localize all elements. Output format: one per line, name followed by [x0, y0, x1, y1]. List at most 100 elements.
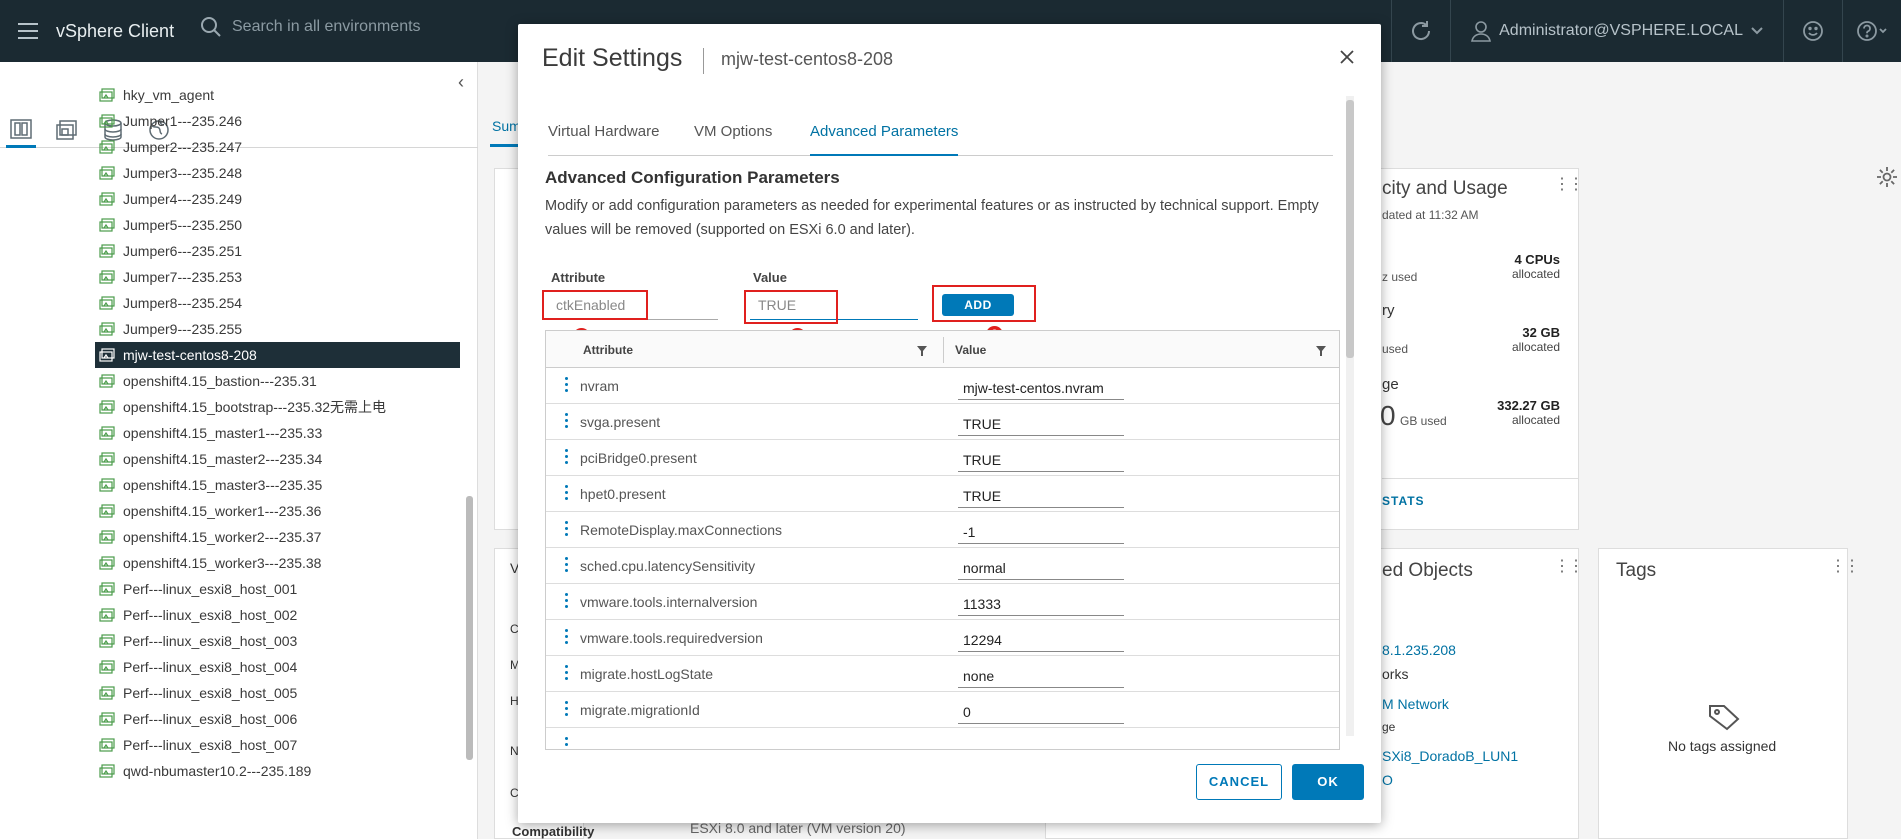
- tab-advanced-parameters[interactable]: Advanced Parameters: [810, 108, 959, 156]
- tree-item-vm[interactable]: Jumper9---235.255: [95, 316, 460, 342]
- row-actions-icon[interactable]: [565, 593, 569, 611]
- tree-item-vm[interactable]: qwd-nbumaster10.2---235.189: [95, 758, 460, 784]
- tree-item-label: Perf---linux_esxi8_host_002: [123, 607, 298, 623]
- search-input[interactable]: Search in all environments: [232, 18, 421, 36]
- section-title: Advanced Configuration Parameters: [545, 168, 840, 187]
- tree-item-vm[interactable]: Jumper7---235.253: [95, 264, 460, 290]
- row-actions-icon[interactable]: [565, 449, 569, 467]
- row-actions-icon[interactable]: [565, 629, 569, 647]
- feedback-smile-icon[interactable]: [1784, 0, 1842, 62]
- drag-handle-icon[interactable]: ⋮⋮: [1554, 556, 1584, 576]
- drag-handle-icon[interactable]: ⋮⋮: [1830, 556, 1860, 576]
- tree-item-vm[interactable]: openshift4.15_master3---235.35: [95, 472, 460, 498]
- row-actions-icon[interactable]: [565, 557, 569, 575]
- vm-icon: [99, 608, 115, 622]
- row-actions-icon[interactable]: [565, 737, 569, 749]
- tab-vm-options[interactable]: VM Options: [694, 108, 772, 156]
- grid-row: migrate.hostLogState none: [546, 656, 1339, 692]
- row-value-input[interactable]: none: [958, 664, 1124, 688]
- related-objects-title: ed Objects: [1382, 560, 1473, 581]
- gear-icon[interactable]: [1876, 166, 1898, 193]
- view-stats-link[interactable]: STATS: [1382, 494, 1425, 508]
- vms-templates-tab-icon[interactable]: [52, 112, 82, 148]
- tree-item-vm[interactable]: openshift4.15_worker2---235.37: [95, 524, 460, 550]
- tree-item-vm[interactable]: openshift4.15_worker1---235.36: [95, 498, 460, 524]
- row-actions-icon[interactable]: [565, 521, 569, 539]
- tree-item-label: Jumper6---235.251: [123, 243, 243, 259]
- tree-item-vm[interactable]: Jumper4---235.249: [95, 186, 460, 212]
- row-actions-icon[interactable]: [565, 377, 569, 395]
- tree-item-vm[interactable]: openshift4.15_bootstrap---235.32无需上电: [95, 394, 460, 420]
- drag-handle-icon[interactable]: ⋮⋮: [1554, 174, 1584, 194]
- row-value-input[interactable]: 12294: [958, 628, 1124, 652]
- vm-icon: [99, 426, 115, 440]
- tree-item-vm[interactable]: openshift4.15_bastion---235.31: [95, 368, 460, 394]
- close-icon[interactable]: [1340, 50, 1354, 69]
- tree-item-vm[interactable]: Perf---linux_esxi8_host_003: [95, 628, 460, 654]
- tree-item-vm[interactable]: hky_vm_agent: [95, 82, 460, 108]
- ok-button[interactable]: OK: [1292, 764, 1364, 800]
- tree-item-label: openshift4.15_bastion---235.31: [123, 373, 317, 389]
- user-menu[interactable]: Administrator@VSPHERE.LOCAL: [1451, 20, 1783, 42]
- settings-tabs: Virtual Hardware VM Options Advanced Par…: [548, 108, 1333, 156]
- row-actions-icon[interactable]: [565, 665, 569, 683]
- tree-item-vm[interactable]: Perf---linux_esxi8_host_004: [95, 654, 460, 680]
- related-datastore-link[interactable]: SXi8_DoradoB_LUN1: [1382, 748, 1518, 764]
- row-actions-icon[interactable]: [565, 485, 569, 503]
- tree-item-label: Perf---linux_esxi8_host_006: [123, 711, 298, 727]
- tree-item-vm[interactable]: Perf---linux_esxi8_host_005: [95, 680, 460, 706]
- dialog-subtitle: mjw-test-centos8-208: [721, 49, 894, 69]
- dialog-scrollbar[interactable]: [1346, 100, 1354, 358]
- tree-item-vm[interactable]: Jumper6---235.251: [95, 238, 460, 264]
- tree-item-label: Jumper3---235.248: [123, 165, 243, 181]
- cancel-button[interactable]: CANCEL: [1196, 764, 1282, 800]
- filter-icon[interactable]: [1316, 343, 1326, 361]
- tree-item-vm[interactable]: mjw-test-centos8-208: [95, 342, 460, 368]
- hamburger-menu-icon[interactable]: [0, 0, 56, 62]
- row-value-input[interactable]: mjw-test-centos.nvram: [958, 376, 1124, 400]
- row-value-input[interactable]: 0: [958, 700, 1124, 724]
- tab-summary[interactable]: Sum: [492, 118, 521, 134]
- row-actions-icon[interactable]: [565, 701, 569, 719]
- highlight-box-attribute: [542, 290, 648, 320]
- sidebar-scrollbar[interactable]: [466, 496, 473, 760]
- tree-item-label: Jumper7---235.253: [123, 269, 243, 285]
- tree-item-vm[interactable]: openshift4.15_worker3---235.38: [95, 550, 460, 576]
- memory-used: used: [1382, 342, 1409, 356]
- tab-virtual-hardware[interactable]: Virtual Hardware: [548, 108, 659, 156]
- tree-item-vm[interactable]: Perf---linux_esxi8_host_006: [95, 706, 460, 732]
- row-value-input[interactable]: TRUE: [958, 448, 1124, 472]
- hosts-clusters-tab-icon[interactable]: [6, 112, 36, 148]
- row-value-input[interactable]: -1: [958, 520, 1124, 544]
- refresh-icon[interactable]: [1392, 0, 1450, 62]
- tree-item-vm[interactable]: Perf---linux_esxi8_host_001: [95, 576, 460, 602]
- column-header-attribute[interactable]: Attribute: [583, 343, 633, 357]
- row-actions-icon[interactable]: [565, 413, 569, 431]
- filter-icon[interactable]: [917, 343, 927, 361]
- row-value-input[interactable]: normal: [958, 556, 1124, 580]
- tree-item-vm[interactable]: Perf---linux_esxi8_host_007: [95, 732, 460, 758]
- tree-item-vm[interactable]: Jumper8---235.254: [95, 290, 460, 316]
- tree-item-vm[interactable]: Jumper1---235.246: [95, 108, 460, 134]
- app-title[interactable]: vSphere Client: [56, 21, 174, 42]
- column-header-value[interactable]: Value: [955, 343, 986, 357]
- tree-item-vm[interactable]: openshift4.15_master1---235.33: [95, 420, 460, 446]
- related-host-link[interactable]: 8.1.235.208: [1382, 642, 1456, 658]
- tree-item-vm[interactable]: Jumper5---235.250: [95, 212, 460, 238]
- vm-icon: [99, 140, 115, 154]
- help-icon[interactable]: [1843, 0, 1901, 62]
- related-networks-label: orks: [1382, 666, 1409, 682]
- global-search[interactable]: Search in all environments: [200, 16, 421, 38]
- row-value-input[interactable]: TRUE: [958, 412, 1124, 436]
- vm-icon: [99, 374, 115, 388]
- tree-item-vm[interactable]: Perf---linux_esxi8_host_002: [95, 602, 460, 628]
- tree-item-vm[interactable]: Jumper3---235.248: [95, 160, 460, 186]
- row-value-input[interactable]: TRUE: [958, 484, 1124, 508]
- row-value-input[interactable]: 11333: [958, 592, 1124, 616]
- related-extra-link[interactable]: O: [1382, 772, 1393, 788]
- related-network-link[interactable]: M Network: [1382, 696, 1449, 712]
- tree-item-label: Perf---linux_esxi8_host_005: [123, 685, 298, 701]
- tree-item-vm[interactable]: openshift4.15_master2---235.34: [95, 446, 460, 472]
- row-attribute: vmware.tools.internalversion: [580, 594, 758, 610]
- tree-item-vm[interactable]: Jumper2---235.247: [95, 134, 460, 160]
